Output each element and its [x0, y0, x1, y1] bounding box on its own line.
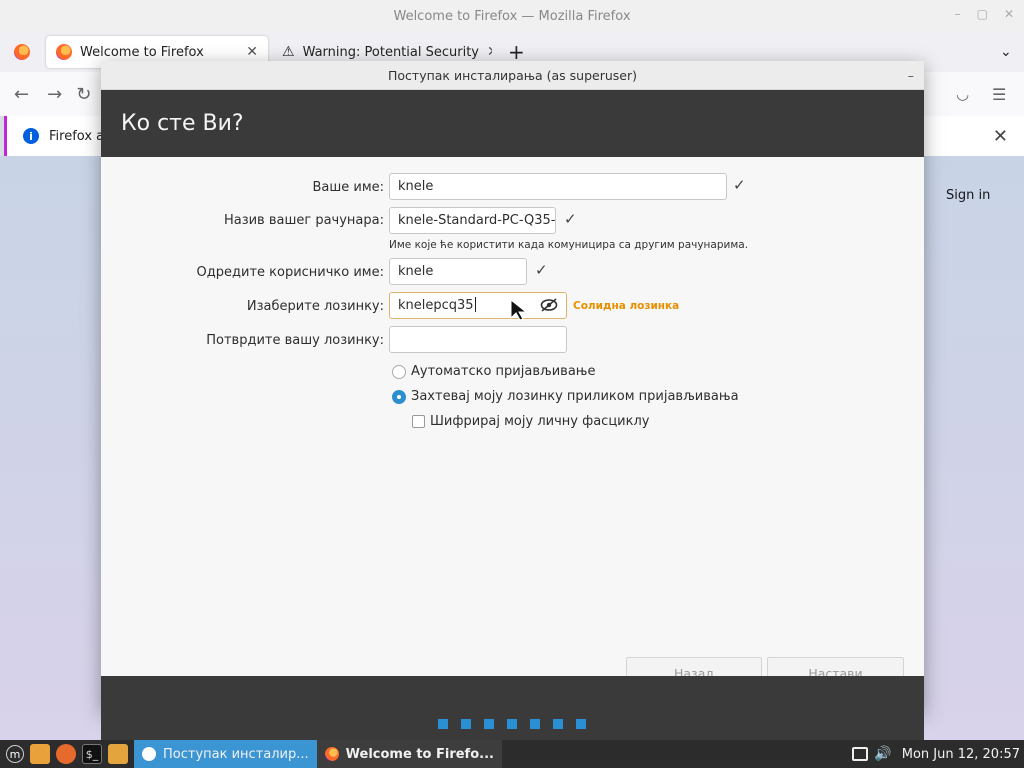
require-password-radio[interactable]	[392, 389, 406, 404]
chevron-down-icon: ⌄	[1000, 44, 1012, 60]
firefox-launcher-icon[interactable]	[56, 744, 76, 764]
progress-step	[461, 719, 471, 729]
forward-arrow-icon[interactable]: →	[47, 84, 62, 105]
username-label: Одредите корисничко име:	[196, 265, 384, 280]
info-icon: i	[23, 128, 39, 144]
progress-step	[484, 719, 494, 729]
password-strength: Солидна лозинка	[573, 300, 680, 312]
installer-window-title: Поступак инсталирања (as superuser)	[388, 68, 637, 83]
installer-form: Ваше име: knele ✓ Назив вашег рачунара: …	[101, 157, 924, 690]
text-caret	[474, 297, 476, 312]
encrypt-home-checkbox[interactable]	[412, 415, 425, 428]
window-controls: – ▢ ✕	[955, 7, 1014, 21]
task-firefox[interactable]: Welcome to Firefo...	[316, 740, 502, 768]
terminal-icon[interactable]: $_	[82, 744, 102, 764]
username-input[interactable]: knele	[389, 258, 527, 285]
progress-step	[530, 719, 540, 729]
tab-close-icon[interactable]: ✕	[246, 44, 258, 60]
minimize-icon[interactable]: –	[908, 61, 914, 90]
maximize-icon[interactable]: ▢	[977, 7, 988, 21]
system-tray: 🔊 Mon Jun 12, 20:57	[852, 740, 1020, 768]
folder-icon[interactable]	[30, 744, 50, 764]
list-tabs-button[interactable]: ⌄	[990, 36, 1022, 68]
mint-menu-icon[interactable]: m	[6, 745, 24, 763]
mouse-cursor-icon	[510, 299, 528, 321]
progress-step	[507, 719, 517, 729]
auto-login-radio[interactable]	[392, 364, 406, 379]
clock[interactable]: Mon Jun 12, 20:57	[902, 747, 1020, 762]
tab-label: Welcome to Firefox	[80, 44, 204, 60]
page-title: Ко сте Ви?	[121, 111, 244, 136]
back-arrow-icon[interactable]: ←	[14, 84, 29, 105]
firefox-logo-icon	[14, 44, 30, 60]
pocket-icon[interactable]: ◡	[956, 85, 969, 103]
notifications-icon[interactable]	[852, 747, 869, 761]
password-value: knelepcq35	[398, 298, 474, 313]
reload-icon[interactable]: ↻	[76, 84, 91, 105]
sign-in-link[interactable]: Sign in	[946, 188, 990, 203]
confirm-password-input[interactable]	[389, 326, 567, 353]
firefox-task-icon	[324, 747, 339, 761]
require-password-option[interactable]: Захтевај моју лозинку приликом пријављив…	[392, 389, 739, 404]
tab-label: Warning: Potential Security	[302, 44, 479, 60]
installer-dialog: Поступак инсталирања (as superuser) – Ко…	[101, 61, 924, 768]
name-label: Ваше име:	[312, 180, 384, 195]
auto-login-label: Аутоматско пријављивање	[411, 364, 596, 379]
volume-icon[interactable]: 🔊	[874, 746, 891, 762]
checkmark-icon: ✓	[535, 261, 548, 279]
progress-step	[553, 719, 563, 729]
close-icon[interactable]: ✕	[1004, 7, 1014, 21]
firefox-titlebar: Welcome to Firefox — Mozilla Firefox – ▢…	[0, 0, 1024, 32]
menu-icon[interactable]: ☰	[992, 85, 1006, 104]
taskbar: m $_ Поступак инсталир... Welcome to Fir…	[0, 740, 1024, 768]
confirm-password-label: Потврдите вашу лозинку:	[206, 333, 384, 348]
firefox-view-button[interactable]	[4, 36, 40, 68]
installer-task-icon	[142, 747, 156, 761]
name-input[interactable]: knele	[389, 173, 727, 200]
task-label: Поступак инсталир...	[163, 746, 309, 762]
progress-steps	[438, 719, 586, 729]
installer-header: Ко сте Ви?	[101, 90, 924, 157]
password-label: Изаберите лозинку:	[246, 299, 384, 314]
firefox-logo-icon	[56, 44, 72, 60]
firefox-window-title: Welcome to Firefox — Mozilla Firefox	[393, 8, 631, 24]
computer-name-label: Назив вашег рачунара:	[223, 213, 384, 228]
task-label: Welcome to Firefo...	[345, 746, 494, 762]
auto-login-option[interactable]: Аутоматско пријављивање	[392, 364, 595, 379]
computer-name-input[interactable]: knele-Standard-PC-Q35-I	[389, 207, 556, 234]
tab-close-icon[interactable]: ✕	[487, 44, 492, 60]
task-installer[interactable]: Поступак инсталир...	[134, 740, 317, 768]
progress-step	[438, 719, 448, 729]
installer-titlebar: Поступак инсталирања (as superuser) –	[101, 61, 924, 90]
encrypt-home-label: Шифрирај моју личну фасциклу	[430, 414, 650, 429]
require-password-label: Захтевај моју лозинку приликом пријављив…	[411, 389, 739, 404]
encrypt-home-option[interactable]: Шифрирај моју личну фасциклу	[412, 414, 649, 429]
close-icon[interactable]: ✕	[993, 126, 1008, 147]
computer-name-hint: Име које ће користити када комуницира са…	[389, 239, 749, 251]
minimize-icon[interactable]: –	[955, 7, 961, 21]
hide-password-icon[interactable]	[540, 298, 558, 312]
checkmark-icon: ✓	[733, 176, 746, 194]
files-icon[interactable]	[108, 744, 128, 764]
checkmark-icon: ✓	[564, 210, 577, 228]
warning-icon: ⚠	[282, 44, 295, 60]
progress-step	[576, 719, 586, 729]
password-input[interactable]: knelepcq35	[389, 292, 567, 319]
